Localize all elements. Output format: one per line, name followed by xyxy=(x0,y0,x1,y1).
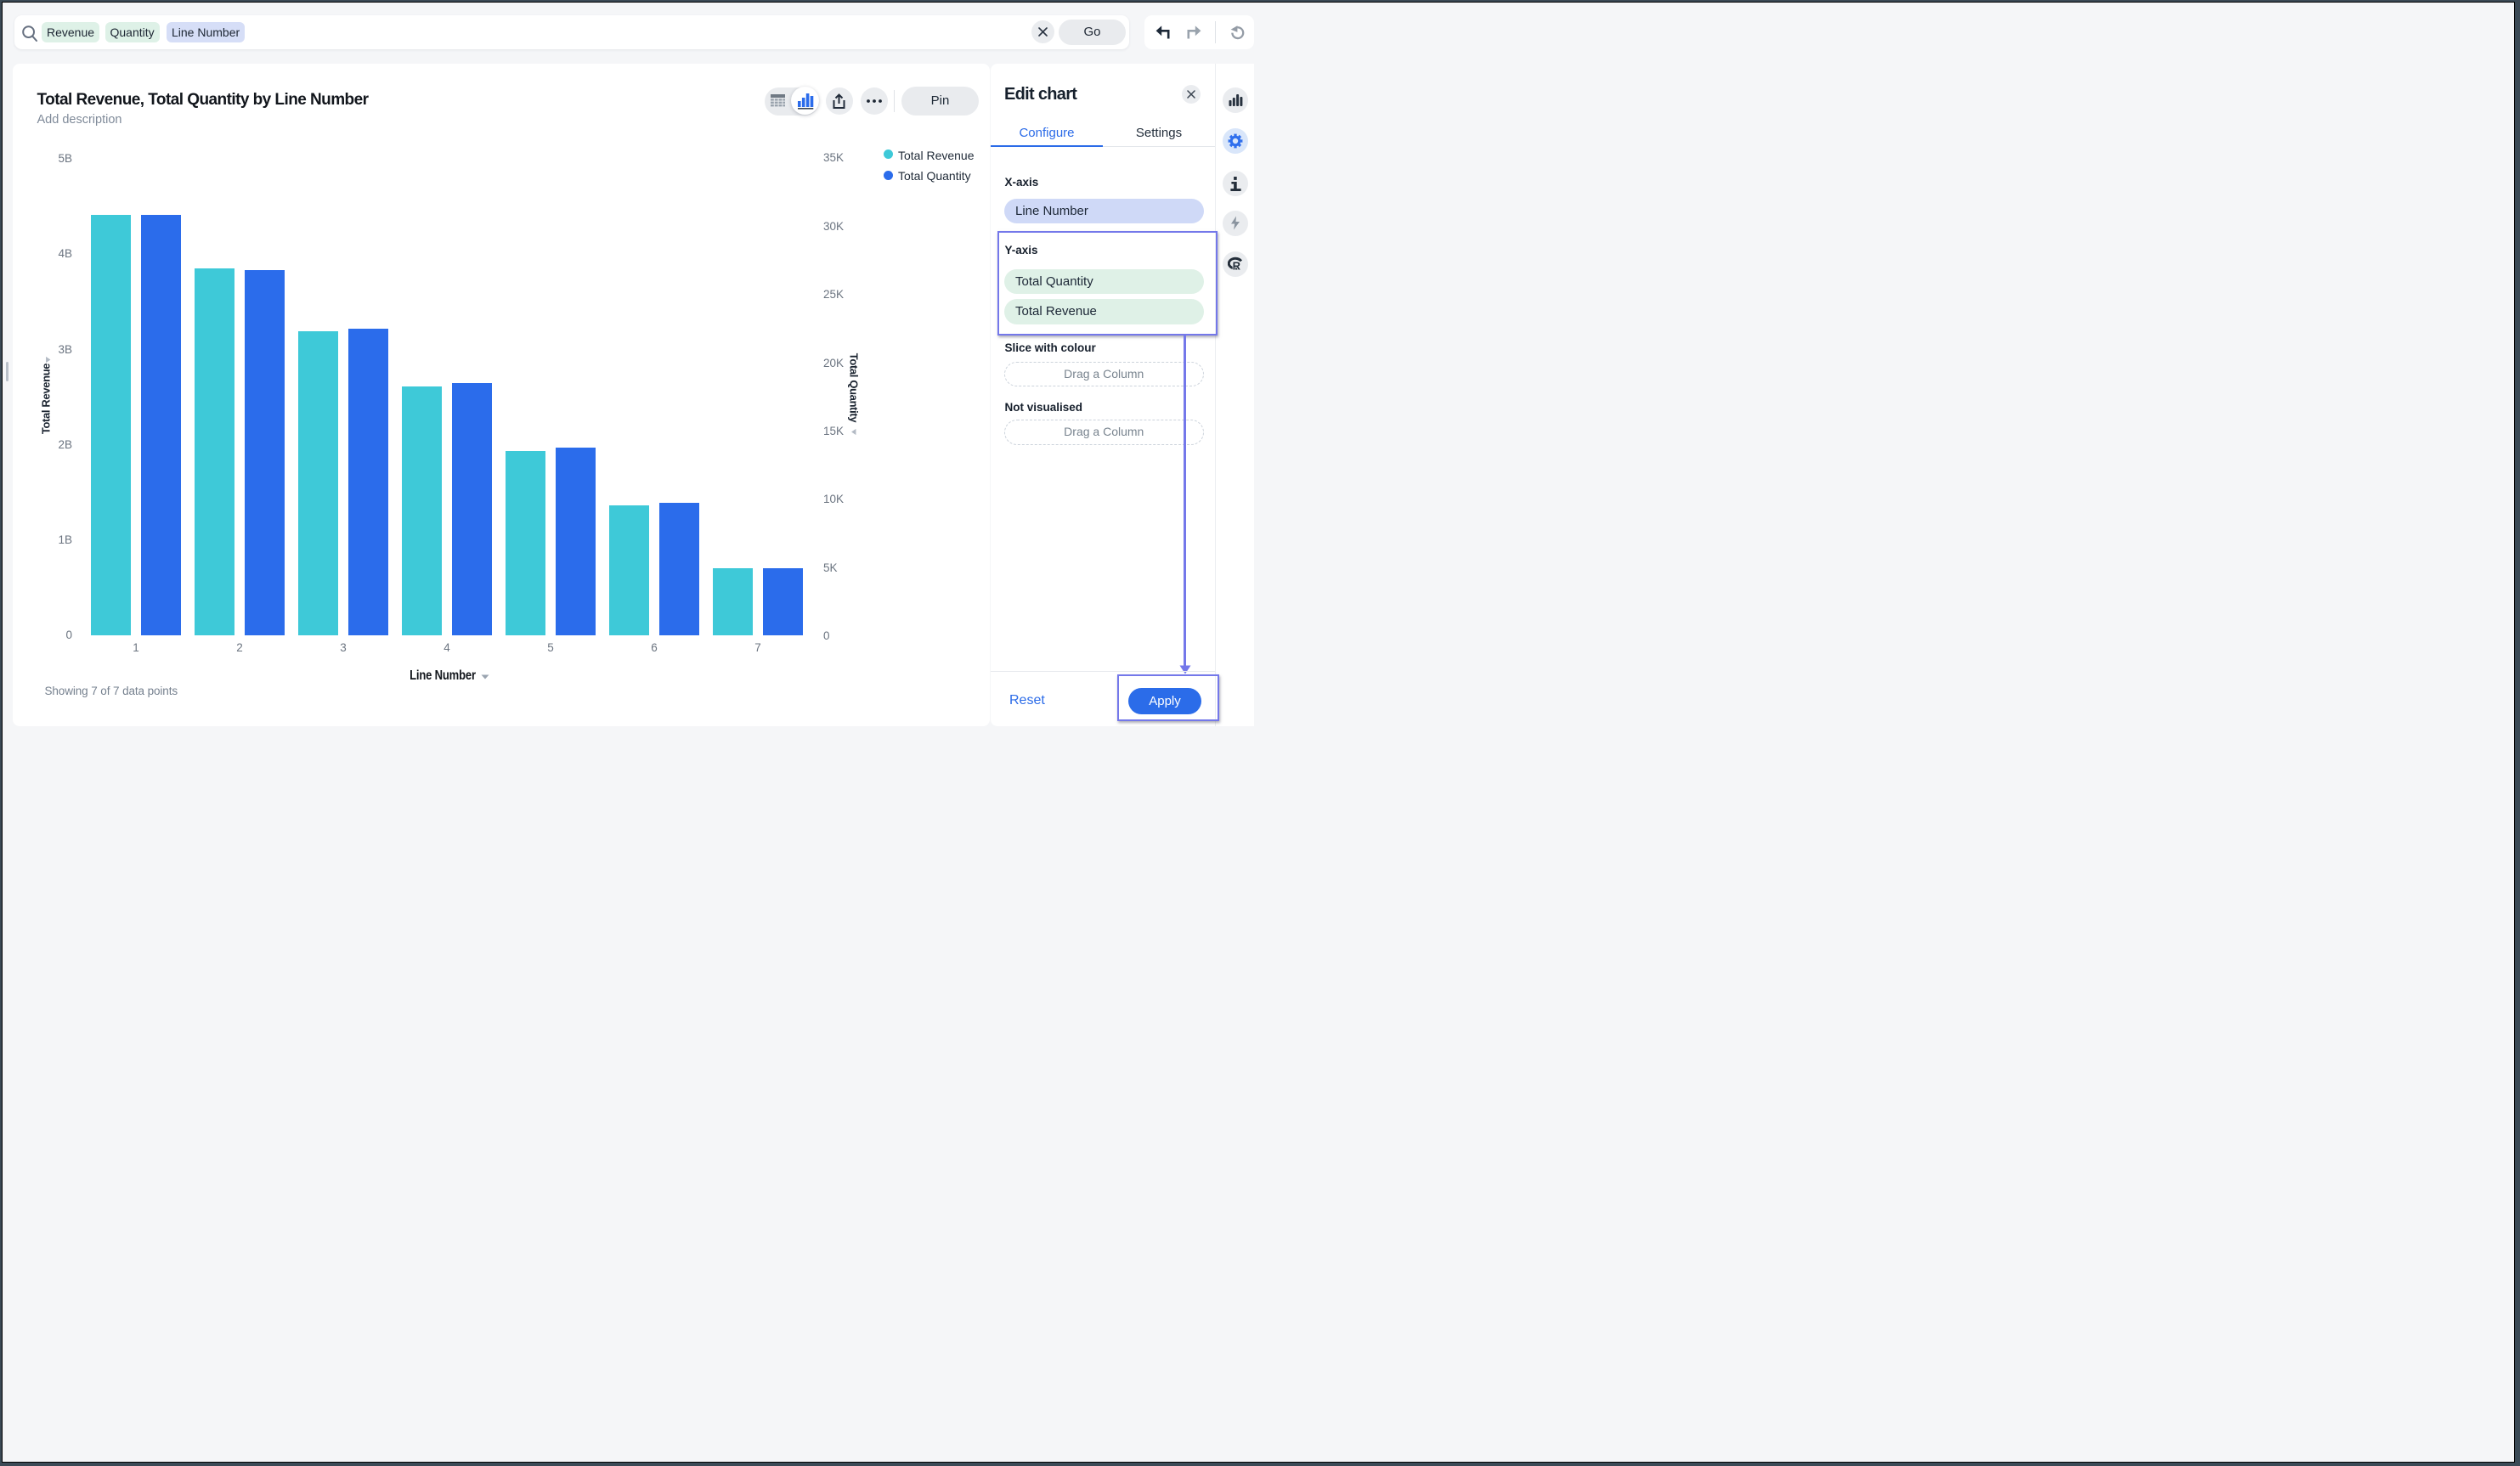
svg-text:R: R xyxy=(1232,260,1240,271)
